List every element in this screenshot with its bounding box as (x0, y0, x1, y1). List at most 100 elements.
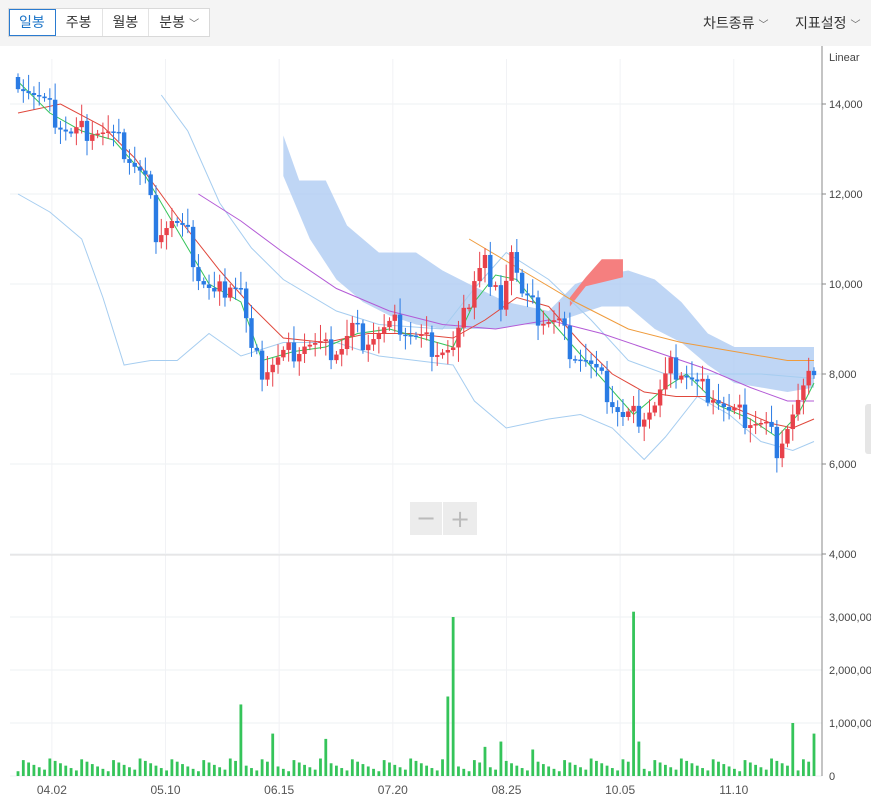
candle-body (265, 372, 270, 380)
volume-bar (754, 764, 758, 776)
candle-body (344, 335, 350, 350)
candle-body (90, 134, 95, 141)
candle-body (238, 288, 244, 290)
candle-body (68, 131, 74, 134)
candle-body (121, 132, 127, 160)
volume-bar (154, 765, 158, 776)
zoom-in-button[interactable]: + (443, 502, 477, 535)
volume-bar (202, 760, 206, 776)
y-axis: Linear 4,000 6,000 8,000 10,000 12,000 14,000 0… (821, 46, 871, 783)
candle-body (302, 346, 307, 354)
volume-bar (69, 768, 73, 776)
candle-body (541, 323, 546, 326)
volume-bar (706, 770, 710, 776)
volume-bar (791, 723, 795, 776)
chevron-down-icon: ﹀ (850, 20, 861, 31)
volume-bar (483, 746, 487, 776)
candle-body (673, 357, 679, 380)
zoom-out-button[interactable]: − (410, 502, 442, 535)
candle-body (15, 77, 21, 90)
volume-bar (738, 771, 742, 776)
candle-body (557, 318, 562, 321)
candle-body (663, 373, 668, 390)
volume-bar (786, 765, 789, 776)
right-panel-handle[interactable] (865, 404, 871, 454)
tab-daily[interactable]: 일봉 (9, 9, 56, 36)
candle-body (636, 405, 642, 427)
tab-weekly[interactable]: 주봉 (56, 9, 103, 36)
candle-body (509, 252, 514, 281)
candle-body (164, 228, 169, 236)
candle-body (578, 359, 583, 362)
candle-body (307, 344, 313, 347)
tab-monthly[interactable]: 월봉 (103, 9, 150, 36)
volume-tick-label: 3,000,000 (829, 612, 871, 624)
candle-body (450, 347, 456, 350)
candle-body (445, 350, 451, 353)
volume-bar (212, 764, 216, 776)
volume-bar (674, 769, 678, 776)
candle-body (573, 359, 578, 361)
volume-bar (239, 704, 243, 776)
candle-body (127, 159, 132, 163)
candle-body (297, 353, 302, 362)
candle-body (811, 370, 817, 376)
candle-body (795, 399, 801, 415)
candle-body (397, 314, 403, 335)
volume-bar (170, 759, 174, 776)
candle-body (58, 127, 63, 130)
volume-tick-label: 0 (829, 771, 835, 783)
candle-body (169, 221, 175, 229)
volume-bar (175, 761, 179, 776)
candle-body (700, 378, 705, 382)
volume-bar (807, 761, 811, 776)
volume-bar (610, 768, 614, 776)
volume-bar (600, 763, 604, 776)
candle-body (201, 281, 206, 285)
volume-bar (717, 761, 720, 776)
candle-body (254, 347, 259, 351)
volume-bar (536, 761, 540, 776)
candle-body (106, 131, 111, 133)
volume-bar (722, 764, 726, 776)
candle-body (270, 364, 275, 373)
volume-bar (271, 733, 275, 776)
candle-body (610, 402, 615, 408)
candle-body (519, 272, 525, 294)
period-tabs: 일봉 주봉 월봉 분봉 ﹀ (8, 8, 211, 37)
volume-bar (584, 769, 588, 776)
candle-body (259, 350, 265, 380)
volume-bar (32, 764, 36, 776)
volume-bar (345, 770, 349, 776)
volume-bar (281, 768, 285, 776)
volume-bar (637, 741, 641, 776)
ichimoku-span-upper (160, 94, 815, 379)
candle-body (153, 195, 159, 243)
volume-bar (690, 763, 694, 776)
volume-bar (143, 760, 147, 776)
candle-body (217, 281, 222, 292)
candle-body (684, 375, 689, 378)
scale-label: Linear (829, 52, 860, 64)
volume-bar (350, 759, 354, 776)
candle-body (275, 357, 281, 365)
chart-type-dropdown[interactable]: 차트종류 ﹀ (703, 13, 769, 33)
volume-bar (128, 767, 131, 776)
tab-minute[interactable]: 분봉 ﹀ (149, 9, 209, 36)
indicator-settings-dropdown[interactable]: 지표설정 ﹀ (795, 13, 861, 33)
volume-bar (711, 759, 715, 776)
x-tick-label: 04.02 (37, 783, 67, 797)
stock-chart[interactable]: 04.02 05.10 06.15 07.20 08.25 10.05 11.10 Linea… (0, 46, 871, 804)
candle-body (408, 335, 413, 337)
volume-bar (165, 770, 168, 776)
chevron-down-icon: ﹀ (758, 20, 769, 31)
volume-bar (266, 761, 269, 776)
volume-bar (621, 759, 625, 776)
candle-body (758, 422, 764, 425)
volume-bar (770, 758, 773, 776)
candle-body (488, 254, 493, 287)
x-tick-label: 11.10 (719, 783, 748, 797)
volume-bar (308, 767, 312, 776)
candle-body (466, 307, 472, 310)
volume-bar (122, 764, 126, 776)
